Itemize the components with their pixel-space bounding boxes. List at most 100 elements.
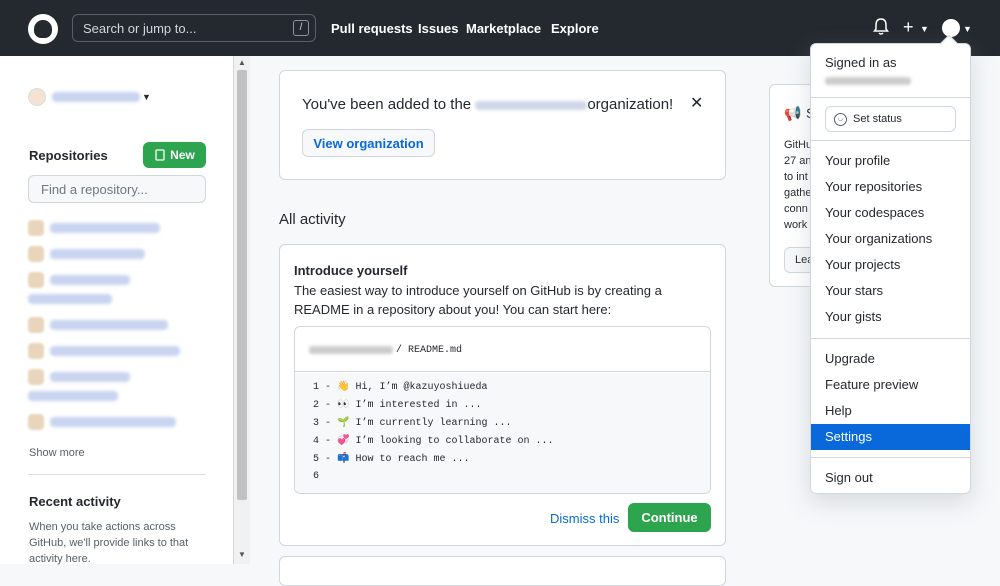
nav-explore[interactable]: Explore bbox=[551, 21, 599, 36]
menu-your-repositories[interactable]: Your repositories bbox=[811, 174, 970, 200]
find-repository-input[interactable]: Find a repository... bbox=[28, 175, 206, 203]
announcement-text: conn bbox=[784, 203, 808, 215]
search-input[interactable]: Search or jump to... / bbox=[72, 14, 316, 42]
org-name-redacted[interactable] bbox=[475, 100, 588, 110]
repo-avatar bbox=[28, 414, 44, 430]
left-sidebar bbox=[0, 56, 234, 564]
set-status-button[interactable]: ◡ Set status bbox=[825, 106, 956, 132]
new-button-label: New bbox=[170, 148, 195, 162]
dropdown-divider bbox=[811, 97, 970, 98]
code-line: 6 bbox=[313, 471, 320, 482]
continue-button[interactable]: Continue bbox=[628, 503, 711, 532]
menu-feature-preview[interactable]: Feature preview bbox=[811, 372, 970, 398]
readme-header: / README.md bbox=[295, 327, 710, 372]
avatar-caret-icon[interactable]: ▼ bbox=[963, 24, 972, 34]
scroll-up-arrow-icon[interactable]: ▲ bbox=[238, 58, 246, 67]
repo-avatar bbox=[28, 317, 44, 333]
menu-settings[interactable]: Settings bbox=[811, 424, 970, 450]
menu-your-codespaces[interactable]: Your codespaces bbox=[811, 200, 970, 226]
notice-text-after: organization! bbox=[587, 96, 674, 113]
code-line: 2 - 👀 I’m interested in ... bbox=[313, 400, 482, 411]
menu-sign-out[interactable]: Sign out bbox=[811, 465, 970, 491]
repo-icon bbox=[155, 149, 165, 161]
code-line: 5 - 📫 How to reach me ... bbox=[313, 454, 470, 465]
announcement-text: 27 an bbox=[784, 155, 812, 167]
view-organization-button[interactable]: View organization bbox=[302, 129, 435, 157]
readme-preview: / README.md 1 - 👋 Hi, I’m @kazuyoshiueda… bbox=[294, 326, 711, 494]
smiley-icon: ◡ bbox=[834, 112, 847, 126]
menu-your-projects[interactable]: Your projects bbox=[811, 252, 970, 278]
repo-avatar bbox=[28, 220, 44, 236]
search-placeholder: Search or jump to... bbox=[83, 21, 197, 36]
notice-text-before: You've been added to the bbox=[302, 96, 472, 113]
introduce-yourself-card: Introduce yourself The easiest way to in… bbox=[279, 244, 726, 546]
dropdown-divider bbox=[811, 338, 970, 339]
repo-link-redacted[interactable] bbox=[28, 294, 112, 304]
nav-issues[interactable]: Issues bbox=[418, 21, 458, 36]
signed-in-as-label: Signed in as bbox=[825, 55, 897, 70]
menu-your-stars[interactable]: Your stars bbox=[811, 278, 970, 304]
repo-link-redacted[interactable] bbox=[50, 417, 176, 427]
readme-code: 1 - 👋 Hi, I’m @kazuyoshiueda 2 - 👀 I’m i… bbox=[295, 373, 710, 493]
recent-activity-text: When you take actions across GitHub, we'… bbox=[29, 521, 189, 565]
menu-your-profile[interactable]: Your profile bbox=[811, 148, 970, 174]
all-activity-heading: All activity bbox=[279, 211, 346, 228]
github-logo-icon[interactable] bbox=[28, 14, 58, 44]
menu-help[interactable]: Help bbox=[811, 398, 970, 424]
show-more-link[interactable]: Show more bbox=[29, 447, 85, 459]
context-username-redacted[interactable] bbox=[52, 92, 140, 102]
repositories-heading: Repositories bbox=[29, 148, 108, 163]
search-shortcut-key: / bbox=[293, 20, 309, 36]
signed-in-username-redacted[interactable] bbox=[825, 77, 911, 85]
code-line: 3 - 🌱 I’m currently learning ... bbox=[313, 418, 512, 429]
nav-marketplace[interactable]: Marketplace bbox=[466, 21, 541, 36]
repo-avatar bbox=[28, 369, 44, 385]
megaphone-icon: 📢 bbox=[784, 105, 802, 121]
repo-link-redacted[interactable] bbox=[50, 320, 168, 330]
repo-link-redacted[interactable] bbox=[50, 372, 130, 382]
bell-icon[interactable] bbox=[873, 18, 889, 41]
repo-link-redacted[interactable] bbox=[50, 275, 130, 285]
context-caret-icon[interactable]: ▼ bbox=[142, 92, 151, 102]
sidebar-divider bbox=[28, 474, 206, 475]
repo-avatar bbox=[28, 272, 44, 288]
code-line: 4 - 💞️ I’m looking to collaborate on ... bbox=[313, 436, 554, 447]
dismiss-link[interactable]: Dismiss this bbox=[550, 511, 619, 526]
new-repo-button[interactable]: New bbox=[143, 142, 206, 168]
close-icon[interactable]: ✕ bbox=[690, 93, 703, 113]
context-avatar[interactable] bbox=[28, 88, 46, 106]
announcement-text: work bbox=[784, 219, 808, 231]
repo-avatar bbox=[28, 246, 44, 262]
next-feed-card bbox=[279, 556, 726, 586]
repo-link-redacted[interactable] bbox=[50, 249, 145, 259]
page-scrollbar[interactable]: ▲ ▼ bbox=[234, 56, 250, 564]
nav-pull-requests[interactable]: Pull requests bbox=[331, 21, 413, 36]
announcement-text: gathe bbox=[784, 187, 812, 199]
readme-filename: / README.md bbox=[396, 345, 463, 356]
plus-caret-icon[interactable]: ▼ bbox=[920, 24, 929, 34]
repo-link-redacted[interactable] bbox=[50, 346, 180, 356]
code-line: 1 - 👋 Hi, I’m @kazuyoshiueda bbox=[313, 382, 488, 393]
scroll-thumb[interactable] bbox=[237, 70, 247, 500]
repo-link-redacted[interactable] bbox=[50, 223, 160, 233]
scroll-down-arrow-icon[interactable]: ▼ bbox=[238, 550, 246, 559]
user-dropdown-menu: Signed in as ◡ Set status Your profile Y… bbox=[810, 34, 971, 494]
menu-your-organizations[interactable]: Your organizations bbox=[811, 226, 970, 252]
announcement-text: GitHu bbox=[784, 139, 813, 151]
recent-activity-heading: Recent activity bbox=[29, 494, 121, 509]
menu-upgrade[interactable]: Upgrade bbox=[811, 346, 970, 372]
dropdown-divider bbox=[811, 140, 970, 141]
org-added-notice: You've been added to the organization! ✕… bbox=[279, 70, 726, 180]
repo-avatar bbox=[28, 343, 44, 359]
intro-title: Introduce yourself bbox=[294, 263, 408, 278]
dropdown-divider bbox=[811, 457, 970, 458]
repo-link-redacted[interactable] bbox=[28, 391, 118, 401]
set-status-label: Set status bbox=[853, 113, 902, 125]
announcement-text: to int bbox=[784, 171, 808, 183]
plus-icon[interactable]: + bbox=[903, 17, 914, 38]
notice-text: You've been added to the organization! bbox=[302, 96, 673, 113]
menu-your-gists[interactable]: Your gists bbox=[811, 304, 970, 330]
username-redacted bbox=[309, 346, 393, 354]
user-avatar-menu[interactable] bbox=[942, 19, 960, 37]
intro-description: The easiest way to introduce yourself on… bbox=[294, 283, 662, 317]
